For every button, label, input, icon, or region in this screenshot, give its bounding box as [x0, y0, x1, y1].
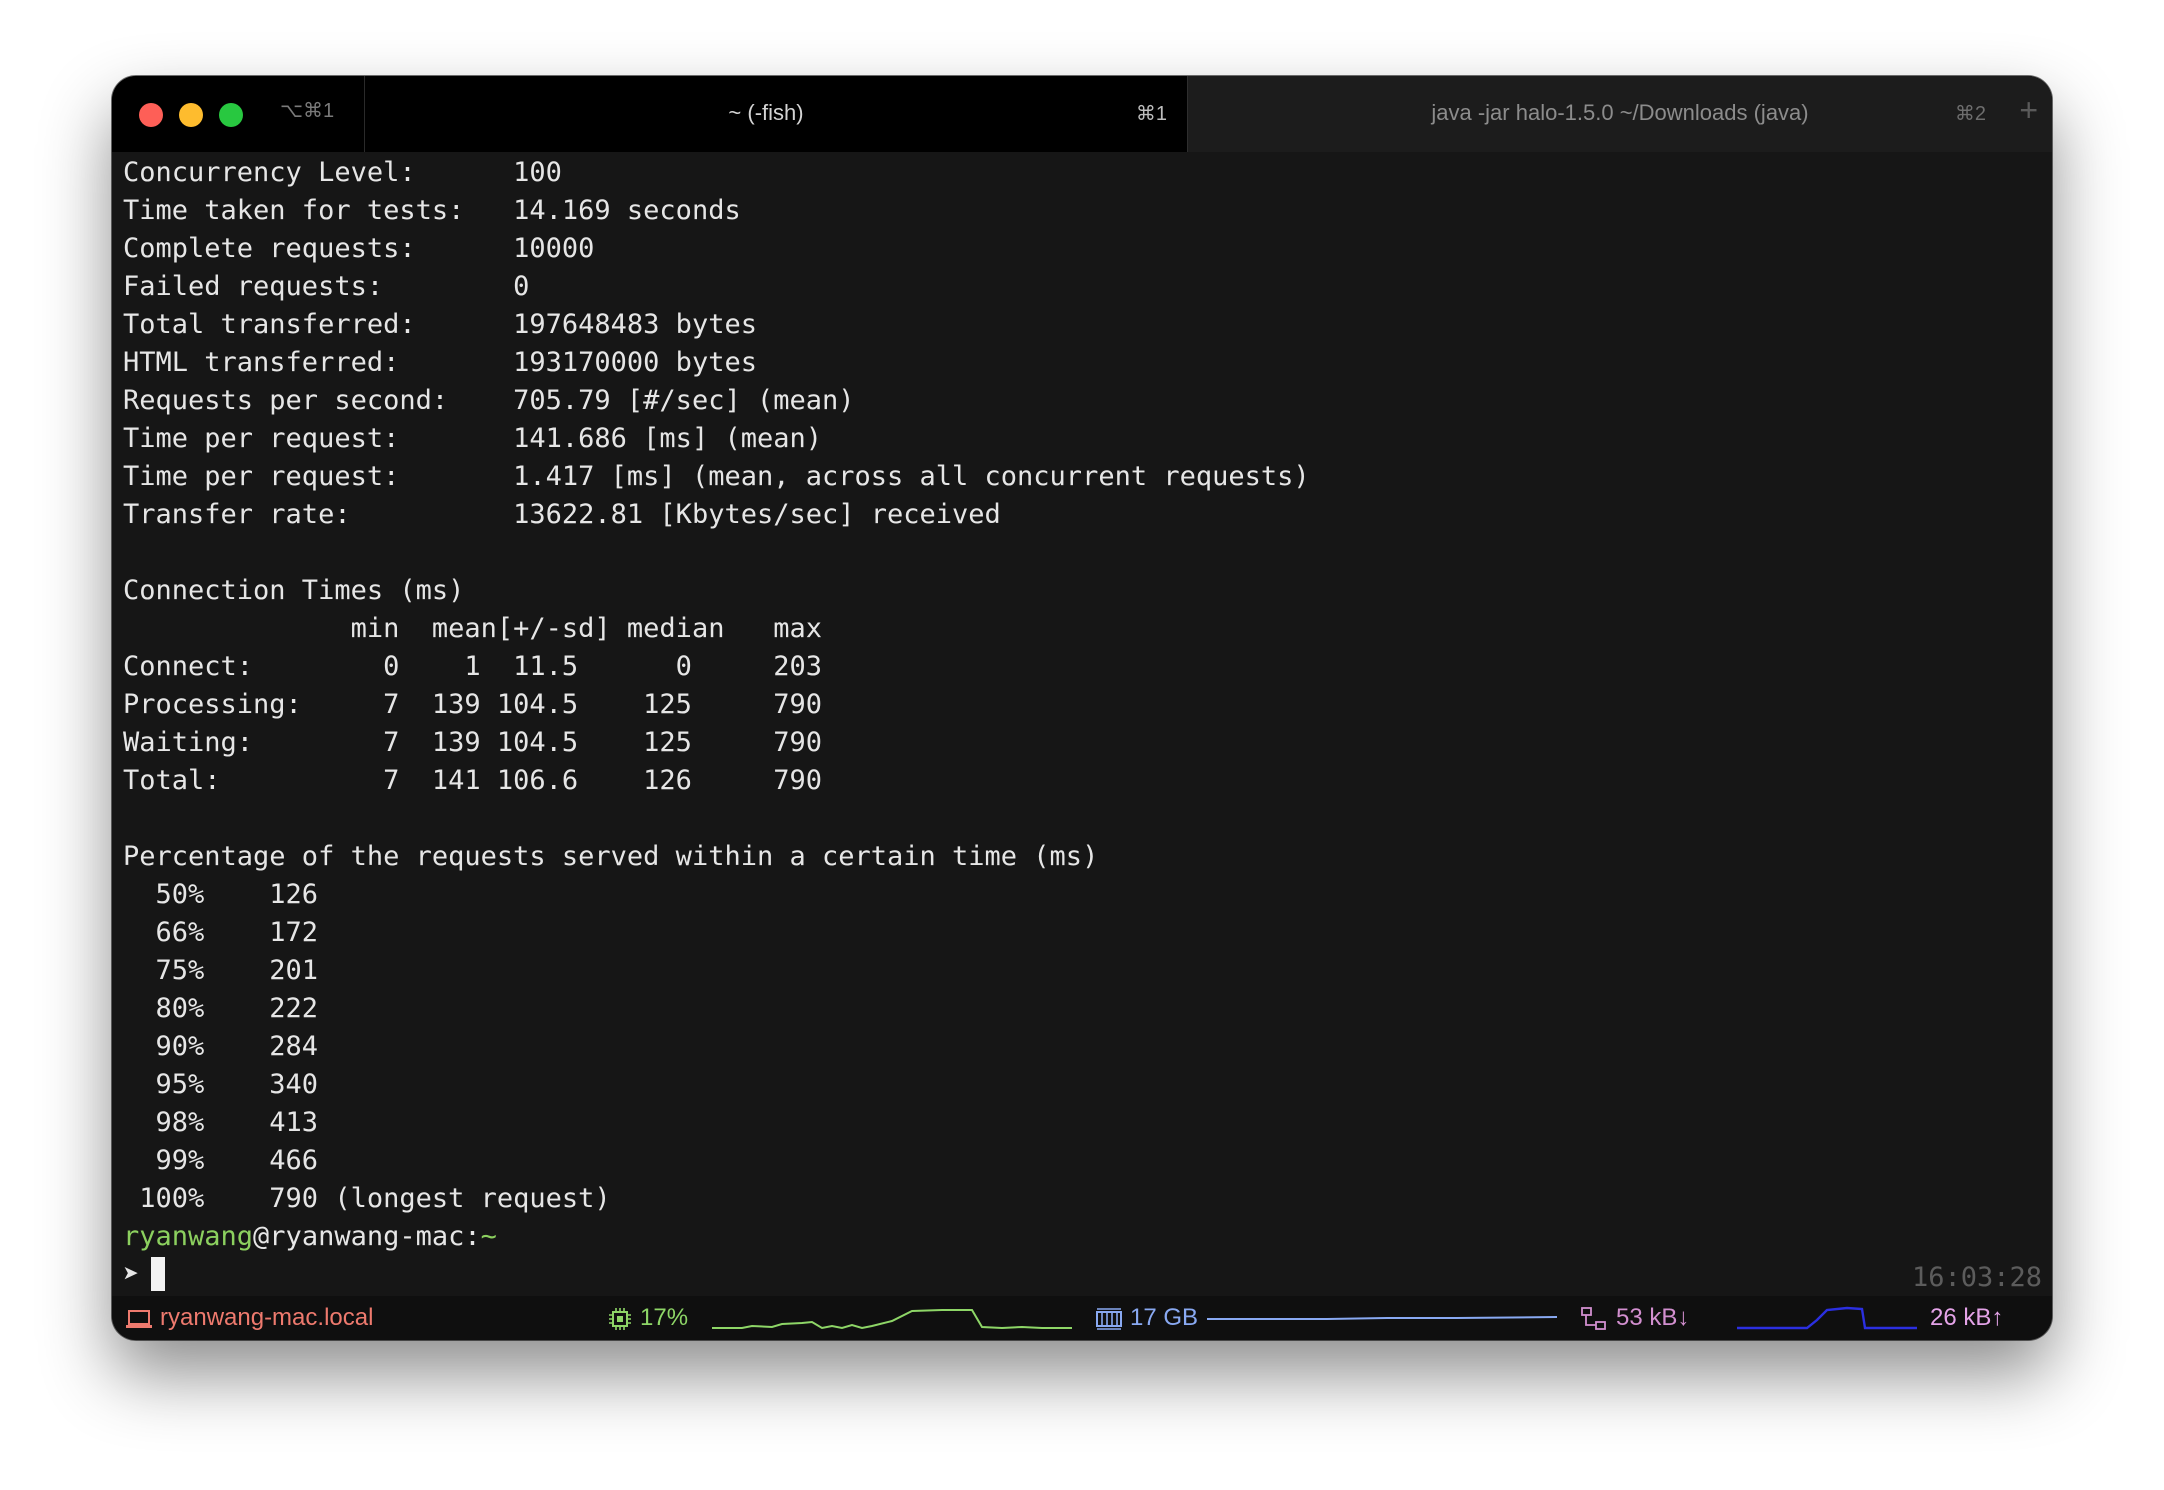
add-tab-button[interactable]: +: [2019, 92, 2038, 129]
tab-title: java -jar halo-1.5.0 ~/Downloads (java): [1431, 100, 1809, 125]
cpu-graph: [712, 1309, 1072, 1330]
window-shortcut-label: ⌥⌘1: [280, 100, 335, 122]
network-graph: [1737, 1306, 1917, 1330]
output-line: 99% 466: [123, 1145, 319, 1176]
memory-graph: [1207, 1316, 1557, 1320]
laptop-icon: [126, 1309, 152, 1328]
tab-shortcut: ⌘1: [1135, 103, 1167, 125]
output-line: Waiting: 7 139 104.5 125 790: [123, 727, 822, 758]
status-bar: ryanwang-mac.local 17% 17 GB 53 kB↓ 26 k…: [112, 1296, 2052, 1340]
output-line: Total: 7 141 106.6 126 790: [123, 765, 822, 796]
output-line: 100% 790 (longest request): [123, 1183, 611, 1214]
terminal-window: ⌥⌘1 ~ (-fish) ⌘1 java -jar halo-1.5.0 ~/…: [112, 76, 2052, 1340]
minimize-window-button[interactable]: [179, 103, 203, 127]
output-line: 95% 340: [123, 1069, 319, 1100]
output-line: HTML transferred: 193170000 bytes: [123, 347, 757, 378]
status-network-up: 26 kB↑: [1930, 1304, 2004, 1331]
status-cpu: 17%: [608, 1304, 688, 1332]
prompt-path: ~: [480, 1221, 497, 1252]
title-bar: ⌥⌘1 ~ (-fish) ⌘1 java -jar halo-1.5.0 ~/…: [112, 76, 2052, 152]
output-line: Concurrency Level: 100: [123, 157, 562, 188]
output-line: Time taken for tests: 14.169 seconds: [123, 195, 741, 226]
prompt-user: ryanwang: [123, 1221, 254, 1252]
output-line: 75% 201: [123, 955, 319, 986]
tab-shortcut: ⌘2: [1954, 103, 1986, 125]
input-line[interactable]: ➤: [123, 1256, 166, 1294]
memory-icon: [1096, 1307, 1122, 1330]
status-network-down: 53 kB↓: [1580, 1304, 1689, 1332]
window-controls: ⌥⌘1: [112, 76, 365, 152]
output-line: Connect: 0 1 11.5 0 203: [123, 651, 822, 682]
maximize-window-button[interactable]: [219, 103, 243, 127]
output-line: Complete requests: 10000: [123, 233, 595, 264]
hostname-label: ryanwang-mac.local: [160, 1304, 374, 1331]
prompt-host: @ryanwang-mac:: [253, 1221, 481, 1252]
cpu-value: 17%: [640, 1304, 689, 1331]
output-line: Time per request: 141.686 [ms] (mean): [123, 423, 822, 454]
prompt-line: ryanwang@ryanwang-mac:~: [123, 1218, 497, 1256]
output-line: Total transferred: 197648483 bytes: [123, 309, 757, 340]
network-icon: [1581, 1306, 1606, 1330]
output-line: Transfer rate: 13622.81 [Kbytes/sec] rec…: [123, 499, 1001, 530]
output-line: Requests per second: 705.79 [#/sec] (mea…: [123, 385, 855, 416]
output-line: min mean[+/-sd] median max: [123, 613, 822, 644]
output-line: 80% 222: [123, 993, 319, 1024]
text-cursor: [151, 1256, 166, 1291]
output-line: 50% 126: [123, 879, 319, 910]
status-hostname: ryanwang-mac.local: [126, 1304, 373, 1332]
output-line: 66% 172: [123, 917, 319, 948]
status-memory: 17 GB: [1096, 1304, 1198, 1332]
output-line: Processing: 7 139 104.5 125 790: [123, 689, 822, 720]
output-line: 98% 413: [123, 1107, 319, 1138]
memory-value: 17 GB: [1130, 1304, 1199, 1331]
prompt-arrow-icon: ➤: [123, 1259, 140, 1290]
net-down-value: 53 kB↓: [1616, 1304, 1690, 1331]
output-line: Percentage of the requests served within…: [123, 841, 1099, 872]
tab-fish[interactable]: ~ (-fish) ⌘1: [365, 76, 1187, 152]
output-line: Failed requests: 0: [123, 271, 530, 302]
terminal-output[interactable]: Concurrency Level: 100 Time taken for te…: [112, 152, 2052, 1296]
tab-java[interactable]: java -jar halo-1.5.0 ~/Downloads (java) …: [1187, 76, 2052, 152]
tab-title: ~ (-fish): [728, 100, 804, 125]
output-line: Connection Times (ms): [123, 575, 465, 606]
clock: 16:03:28: [1911, 1262, 2042, 1293]
output-line: Time per request: 1.417 [ms] (mean, acro…: [123, 461, 1310, 492]
close-window-button[interactable]: [139, 103, 163, 127]
output-line: 90% 284: [123, 1031, 319, 1062]
cpu-icon: [609, 1307, 631, 1330]
